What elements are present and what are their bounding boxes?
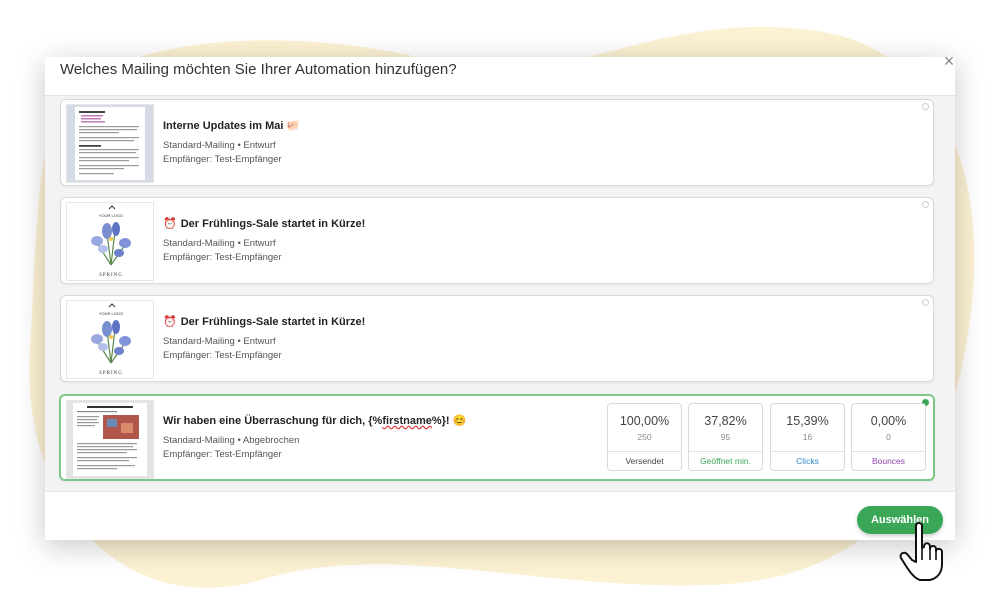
stat-percent: 37,82% <box>704 414 747 428</box>
mailing-item[interactable]: Interne Updates im Mai 🐖 Standard-Mailing… <box>60 99 934 186</box>
mailing-thumbnail: YOUR LOGO SPRING <box>66 300 154 379</box>
spring-flowers-thumbnail: YOUR LOGO SPRING <box>91 205 131 278</box>
thumbnail-logo: YOUR LOGO <box>99 311 123 316</box>
thumbnail-caption: SPRING <box>99 371 123 376</box>
stat-percent: 15,39% <box>786 414 829 428</box>
mailing-recipient: Empfänger: Test-Empfänger <box>163 350 282 361</box>
stat-count: 250 <box>637 432 652 442</box>
smiling-face-emoji-icon: 😊 <box>452 415 467 427</box>
mailing-title: ⏰ Der Frühlings-Sale startet in Kürze! <box>163 316 366 328</box>
stat-label: Bounces <box>852 451 925 470</box>
mailing-type-status: Standard-Mailing • Entwurf <box>163 238 276 249</box>
radio-button[interactable] <box>922 299 929 306</box>
mailing-item-selected[interactable]: Wir haben eine Überraschung für dich, {%… <box>59 394 935 481</box>
pig-emoji-icon: 🐖 <box>286 120 301 132</box>
radio-button[interactable] <box>922 103 929 110</box>
alarm-clock-icon: ⏰ <box>163 316 177 328</box>
stat-percent: 0,00% <box>870 414 907 428</box>
alarm-clock-icon: ⏰ <box>163 218 177 230</box>
stat-clicks: 15,39% 16 Clicks <box>770 403 845 471</box>
mailing-type-status: Standard-Mailing • Abgebrochen <box>163 435 300 446</box>
newsletter-image-thumbnail <box>73 403 147 476</box>
thumbnail-caption: SPRING <box>99 273 123 278</box>
mailing-recipient: Empfänger: Test-Empfänger <box>163 154 282 165</box>
mailing-type-status: Standard-Mailing • Entwurf <box>163 336 276 347</box>
mailing-thumbnail: YOUR LOGO SPRING <box>66 202 154 281</box>
stage: Welches Mailing möchten Sie Ihrer Automa… <box>0 0 1000 605</box>
mailing-thumbnail <box>66 104 154 183</box>
stat-count: 0 <box>886 432 891 442</box>
stat-opened: 37,82% 95 Geöffnet min. <box>688 403 763 471</box>
stat-count: 95 <box>720 432 731 442</box>
firstname-placeholder: firstname <box>382 415 432 427</box>
mailing-recipient: Empfänger: Test-Empfänger <box>163 252 282 263</box>
mailing-selection-dialog: Welches Mailing möchten Sie Ihrer Automa… <box>45 52 955 540</box>
stat-bounces: 0,00% 0 Bounces <box>851 403 926 471</box>
stat-label: Geöffnet min. <box>689 451 762 470</box>
close-icon[interactable]: × <box>941 52 957 70</box>
mailing-title: Wir haben eine Überraschung für dich, {%… <box>163 415 467 427</box>
stat-sent: 100,00% 250 Versendet <box>607 403 682 471</box>
mailing-thumbnail <box>66 400 154 479</box>
mailing-title: Interne Updates im Mai 🐖 <box>163 120 301 132</box>
dialog-title: Welches Mailing möchten Sie Ihrer Automa… <box>60 61 457 78</box>
newsletter-text-thumbnail <box>75 107 145 180</box>
radio-button[interactable] <box>922 201 929 208</box>
spring-flowers-thumbnail: YOUR LOGO SPRING <box>91 303 131 376</box>
mailing-item[interactable]: YOUR LOGO SPRING ⏰ Der Frühlings-Sale sta… <box>60 197 934 284</box>
mailing-list: Interne Updates im Mai 🐖 Standard-Mailing… <box>45 95 955 492</box>
stat-label: Versendet <box>608 451 681 470</box>
thumbnail-logo: YOUR LOGO <box>99 213 123 218</box>
hand-pointer-icon <box>899 522 943 581</box>
mailing-item[interactable]: YOUR LOGO SPRING ⏰ Der Frühlings-Sale sta… <box>60 295 934 382</box>
mailing-title: ⏰ Der Frühlings-Sale startet in Kürze! <box>163 218 366 230</box>
stat-percent: 100,00% <box>619 414 670 428</box>
stat-count: 16 <box>802 432 813 442</box>
stat-label: Clicks <box>771 451 844 470</box>
mailing-type-status: Standard-Mailing • Entwurf <box>163 140 276 151</box>
mailing-recipient: Empfänger: Test-Empfänger <box>163 449 282 460</box>
